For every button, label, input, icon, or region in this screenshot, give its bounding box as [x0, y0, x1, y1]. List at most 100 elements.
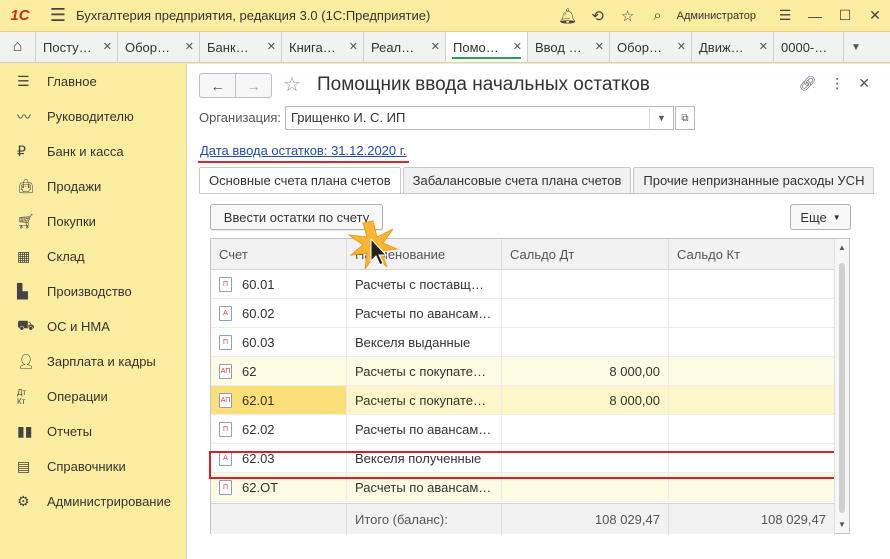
cell-kt[interactable]: [669, 270, 835, 298]
cell-kt[interactable]: [669, 386, 835, 414]
tab-4[interactable]: Реал… ✕: [364, 32, 446, 62]
more-button[interactable]: Еще ▼: [790, 204, 851, 230]
user-name[interactable]: Администратор: [677, 10, 756, 22]
org-input[interactable]: Грищенко И. С. ИП: [285, 106, 660, 130]
col-dt[interactable]: Сальдо Дт: [502, 239, 669, 270]
cell-name[interactable]: Расчеты с покупате…: [347, 357, 502, 385]
back-arrow-icon[interactable]: ←: [200, 74, 236, 97]
table-row[interactable]: П 60.01 Расчеты с поставщ…: [211, 270, 835, 299]
cell-name[interactable]: Векселя полученные: [347, 444, 502, 472]
cell-dt[interactable]: [502, 415, 669, 443]
scroll-down-icon[interactable]: ▼: [838, 520, 846, 529]
tab-1[interactable]: Обор… ✕: [118, 32, 200, 62]
tab-close-icon[interactable]: ✕: [185, 40, 194, 53]
tab-7[interactable]: Обор… ✕: [610, 32, 692, 62]
tab-offbalance-accounts[interactable]: Забалансовые счета плана счетов: [402, 167, 632, 194]
link-icon[interactable]: 🔗︎: [798, 75, 816, 92]
cell-account[interactable]: П 62.ОТ: [211, 473, 347, 501]
sidebar-item-catalogs[interactable]: ▤ Справочники: [0, 449, 186, 484]
sidebar-item-sales[interactable]: 👜︎ Продажи: [0, 169, 186, 204]
tab-close-icon[interactable]: ✕: [349, 40, 358, 53]
col-kt[interactable]: Сальдо Кт: [669, 239, 835, 270]
cell-account[interactable]: А 62.03: [211, 444, 347, 472]
tab-2[interactable]: Банк… ✕: [200, 32, 282, 62]
cell-name[interactable]: Расчеты по авансам…: [347, 473, 502, 501]
cell-kt[interactable]: [669, 357, 835, 385]
org-open-icon[interactable]: ⧉: [675, 106, 695, 130]
scroll-up-icon[interactable]: ▲: [838, 243, 846, 252]
star-icon[interactable]: ☆: [613, 7, 643, 25]
tab-close-icon[interactable]: ✕: [677, 40, 686, 53]
favorite-star-icon[interactable]: ☆: [283, 72, 301, 97]
tab-close-icon[interactable]: ✕: [513, 40, 522, 53]
cell-name[interactable]: Расчеты по авансам…: [347, 299, 502, 327]
tab-usn-expenses[interactable]: Прочие непризнанные расходы УСН: [633, 167, 875, 194]
cell-dt[interactable]: [502, 328, 669, 356]
settings-menu-icon[interactable]: ☰: [770, 7, 800, 24]
tab-6[interactable]: Ввод … ✕: [528, 32, 610, 62]
tab-close-icon[interactable]: ✕: [431, 40, 440, 53]
tab-8[interactable]: Движ… ✕: [692, 32, 774, 62]
table-row[interactable]: П 60.03 Векселя выданные: [211, 328, 835, 357]
tab-3[interactable]: Книга… ✕: [282, 32, 364, 62]
cell-kt[interactable]: [669, 299, 835, 327]
sidebar-item-purchases[interactable]: 🛒︎ Покупки: [0, 204, 186, 239]
cell-account[interactable]: П 62.02: [211, 415, 347, 443]
col-account[interactable]: Счет: [211, 239, 347, 270]
sidebar-item-payroll[interactable]: 👤︎ Зарплата и кадры: [0, 344, 186, 379]
scroll-thumb[interactable]: [839, 263, 845, 513]
maximize-icon[interactable]: ☐: [830, 7, 860, 24]
cell-dt[interactable]: 8 000,00: [502, 357, 669, 385]
more-vert-icon[interactable]: ⋮: [830, 75, 844, 92]
search-icon[interactable]: ⌕: [643, 7, 673, 24]
org-dropdown-icon[interactable]: ▼: [649, 106, 674, 130]
table-row[interactable]: П 62.ОТ Расчеты по авансам…: [211, 473, 835, 502]
tabs-dropdown-icon[interactable]: ▼: [844, 32, 868, 62]
table-row[interactable]: АП 62.01 Расчеты с покупате… 8 000,00: [211, 386, 835, 415]
table-scrollbar[interactable]: ▲ ▼: [834, 239, 849, 533]
cell-account[interactable]: П 60.01: [211, 270, 347, 298]
tab-5-active[interactable]: Помо… ✕: [446, 32, 528, 62]
bell-icon[interactable]: 🔔︎: [553, 7, 583, 25]
forward-arrow-icon[interactable]: →: [236, 74, 271, 97]
main-menu-icon[interactable]: ☰: [40, 5, 76, 26]
sidebar-item-production[interactable]: ▙ Производство: [0, 274, 186, 309]
minimize-icon[interactable]: —: [800, 8, 830, 24]
tab-close-icon[interactable]: ✕: [103, 40, 112, 53]
tab-close-icon[interactable]: ✕: [595, 40, 604, 53]
sidebar-item-fixed-assets[interactable]: ⛟ ОС и НМА: [0, 309, 186, 344]
sidebar-item-director[interactable]: 〰 Руководителю: [0, 99, 186, 134]
cell-account[interactable]: А 60.02: [211, 299, 347, 327]
table-row[interactable]: АП 62 Расчеты с покупате… 8 000,00: [211, 357, 835, 386]
cell-name[interactable]: Расчеты по авансам…: [347, 415, 502, 443]
sidebar-item-bank[interactable]: ₽ Банк и касса: [0, 134, 186, 169]
home-icon[interactable]: ⌂: [0, 32, 36, 62]
tab-close-icon[interactable]: ✕: [759, 40, 768, 53]
cell-name[interactable]: Расчеты с покупате…: [347, 386, 502, 414]
sidebar-item-admin[interactable]: ⚙ Администрирование: [0, 484, 186, 519]
history-icon[interactable]: ⟲: [583, 7, 613, 25]
table-row[interactable]: А 60.02 Расчеты по авансам…: [211, 299, 835, 328]
cell-kt[interactable]: [669, 444, 835, 472]
cell-kt[interactable]: [669, 328, 835, 356]
cell-kt[interactable]: [669, 415, 835, 443]
tab-9[interactable]: 0000-…: [774, 32, 844, 62]
form-close-icon[interactable]: ✕: [858, 75, 870, 92]
tab-0[interactable]: Посту… ✕: [36, 32, 118, 62]
cell-dt[interactable]: 8 000,00: [502, 386, 669, 414]
cell-account[interactable]: АП 62: [211, 357, 347, 385]
cell-dt[interactable]: [502, 473, 669, 501]
tab-main-accounts[interactable]: Основные счета плана счетов: [199, 167, 401, 194]
cell-dt[interactable]: [502, 299, 669, 327]
cell-name[interactable]: Расчеты с поставщ…: [347, 270, 502, 298]
sidebar-item-main[interactable]: ☰ Главное: [0, 64, 186, 99]
cell-account[interactable]: П 60.03: [211, 328, 347, 356]
cell-account[interactable]: АП 62.01: [211, 386, 347, 414]
tab-close-icon[interactable]: ✕: [267, 40, 276, 53]
cell-dt[interactable]: [502, 444, 669, 472]
sidebar-item-operations[interactable]: Дт Кт Операции: [0, 379, 186, 414]
table-row[interactable]: П 62.02 Расчеты по авансам…: [211, 415, 835, 444]
date-link[interactable]: Дата ввода остатков: 31.12.2020 г.: [200, 143, 407, 158]
cell-dt[interactable]: [502, 270, 669, 298]
cell-name[interactable]: Векселя выданные: [347, 328, 502, 356]
